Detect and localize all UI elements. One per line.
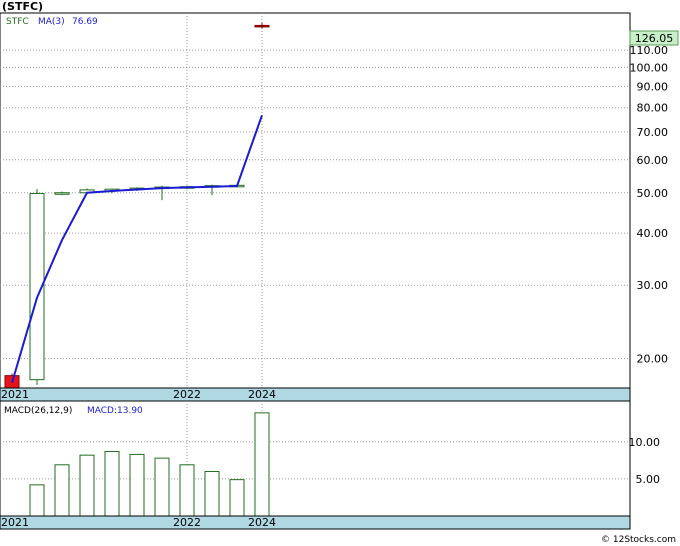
macd-bar (204, 470, 220, 517)
price-x-tick-label: 2021 (1, 388, 29, 401)
macd-bar (129, 453, 145, 517)
chart-title: (STFC) (2, 0, 43, 13)
price-tick-label: 40.00 (637, 227, 669, 240)
macd-x-tick-label: 2021 (1, 516, 29, 529)
macd-bar (29, 484, 45, 517)
price-tick-label: 70.00 (637, 126, 669, 139)
legend-ma-label: MA(3) (38, 17, 65, 27)
macd-x-axis-band (0, 515, 631, 530)
price-tick-label: 100.00 (630, 61, 669, 74)
macd-bar (254, 412, 270, 517)
price-x-tick-label: 2022 (173, 388, 201, 401)
footer-credit: © 12Stocks.com (601, 535, 676, 545)
price-x-axis-band (0, 387, 631, 402)
macd-tick-label: 5.00 (636, 473, 661, 486)
price-tick-label: 80.00 (637, 102, 669, 115)
price-panel (0, 12, 631, 389)
macd-bar (104, 450, 120, 517)
chart-canvas: 110.00 100.00 90.00 80.00 70.00 60.00 50.00 40.… (0, 0, 679, 545)
legend-symbol: STFC (6, 17, 29, 27)
price-x-tick-label: 2024 (248, 388, 276, 401)
macd-bar (154, 457, 170, 517)
price-tick-label: 110.00 (630, 44, 669, 57)
legend-ma-value: 76.69 (72, 17, 98, 27)
candle-body (254, 24, 270, 28)
macd-tick-label: 10.00 (629, 436, 661, 449)
macd-bar (179, 464, 195, 517)
price-tick-label: 60.00 (637, 154, 669, 167)
macd-bar (229, 479, 245, 517)
price-tick-label: 30.00 (637, 279, 669, 292)
macd-x-tick-label: 2022 (173, 516, 201, 529)
last-price-text: 126.05 (635, 32, 674, 45)
macd-x-tick-label: 2024 (248, 516, 276, 529)
macd-bar (79, 454, 95, 517)
macd-y-axis: 10.00 5.00 (629, 436, 661, 486)
price-y-axis: 110.00 100.00 90.00 80.00 70.00 60.00 50.00 40.… (630, 44, 669, 366)
macd-value-label: MACD:13.90 (87, 406, 143, 416)
price-tick-label: 50.00 (637, 187, 669, 200)
price-tick-label: 20.00 (637, 353, 669, 366)
candle-body (54, 192, 70, 195)
macd-bar (54, 464, 70, 517)
price-tick-label: 90.00 (637, 80, 669, 93)
macd-indicator-label: MACD(26,12,9) (4, 406, 72, 416)
